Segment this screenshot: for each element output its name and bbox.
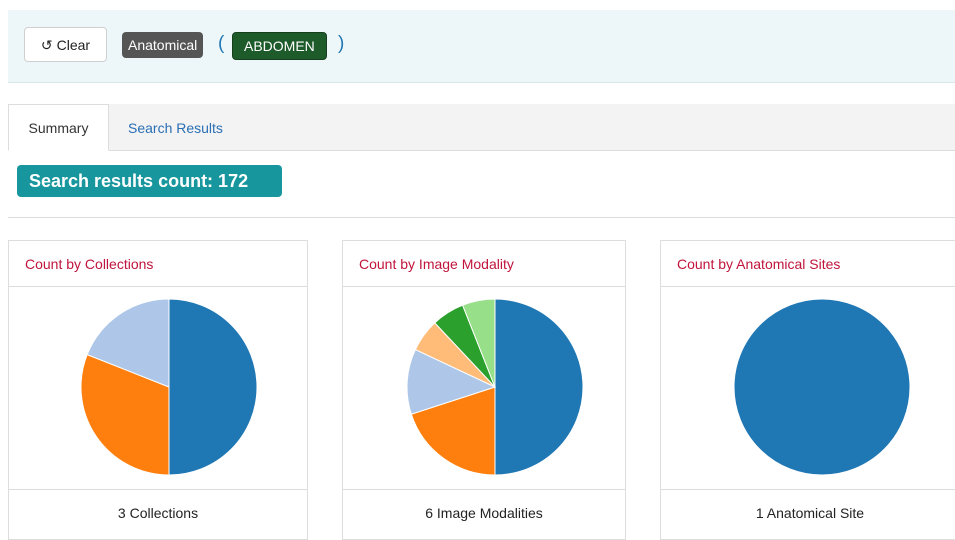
open-paren: ( — [218, 33, 225, 54]
panel-footer: 3 Collections — [9, 489, 307, 535]
clear-button[interactable]: ↺ Clear — [24, 27, 107, 62]
collections-pie-chart — [80, 298, 258, 476]
anatomical-pie-chart — [733, 298, 911, 476]
chart-area — [9, 287, 307, 489]
undo-icon: ↺ — [40, 36, 53, 53]
modality-pie-chart — [406, 298, 584, 476]
panel-title: Count by Image Modality — [343, 241, 625, 287]
page: ↺ Clear Anatomical ( ABDOMEN ) Summary S… — [0, 0, 955, 540]
chart-area — [661, 287, 955, 489]
tab-search-results[interactable]: Search Results — [128, 104, 223, 151]
panel-anatomical-sites: Count by Anatomical Sites 1 Anatomical S… — [660, 240, 955, 540]
divider — [8, 217, 955, 218]
search-results-count-badge: Search results count: 172 — [17, 165, 282, 197]
panel-footer: 6 Image Modalities — [343, 489, 625, 535]
filter-bar: ↺ Clear Anatomical ( ABDOMEN ) — [8, 10, 955, 83]
filter-value-badge[interactable]: ABDOMEN — [232, 32, 327, 60]
panel-collections: Count by Collections 3 Collections — [8, 240, 308, 540]
panel-title: Count by Anatomical Sites — [661, 241, 955, 287]
tab-summary[interactable]: Summary — [8, 104, 109, 151]
clear-label: Clear — [56, 36, 91, 53]
panel-title: Count by Collections — [9, 241, 307, 287]
filter-type-badge: Anatomical — [122, 32, 204, 58]
chart-area — [343, 287, 625, 489]
pie-slice-0[interactable] — [733, 298, 911, 476]
close-paren: ) — [338, 33, 345, 54]
panel-footer: 1 Anatomical Site — [661, 489, 955, 535]
pie-slice-0[interactable] — [494, 298, 584, 476]
pie-slice-0[interactable] — [168, 298, 258, 476]
tab-bar: Summary Search Results — [8, 104, 955, 151]
panel-image-modality: Count by Image Modality 6 Image Modaliti… — [342, 240, 626, 540]
